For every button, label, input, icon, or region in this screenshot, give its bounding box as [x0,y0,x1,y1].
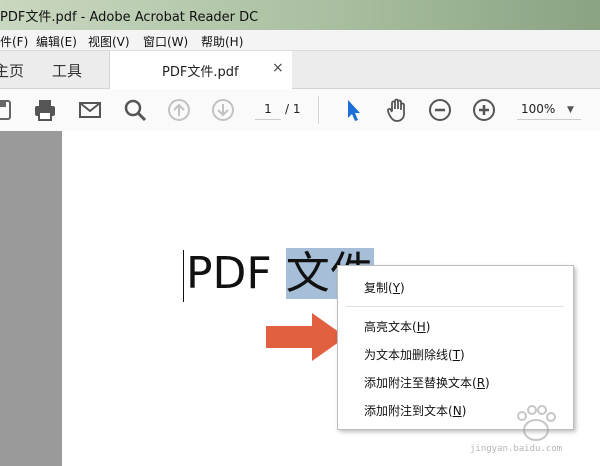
menu-item-replace-note-key: R [476,376,486,390]
menu-item-add-note[interactable]: 添加附注到文本(N) [364,402,466,419]
menu-item-copy-key: Y [392,281,401,295]
chevron-down-icon: ▼ [567,105,574,115]
menu-divider [346,306,564,307]
left-pane [0,131,62,466]
tab-tools[interactable]: 工具 [52,60,82,81]
mail-icon[interactable] [77,97,103,123]
save-icon[interactable] [0,97,14,123]
zoom-level-select[interactable]: 100% ▼ [517,99,581,120]
print-icon[interactable] [32,97,58,123]
toolbar-divider [318,96,319,124]
menu-window[interactable]: 窗口(W) [143,33,188,50]
menu-help[interactable]: 帮助(H) [201,33,243,50]
menu-item-highlight-key: H [416,320,426,334]
page-number-input[interactable]: 1 [255,99,281,120]
menu-bar: 件(F) 编辑(E) 视图(V) 窗口(W) 帮助(H) [0,30,600,51]
menu-item-strikethrough-label: 为文本加删除线 [364,348,449,362]
menu-item-add-note-label: 添加附注到文本 [364,404,449,418]
tab-document[interactable]: PDF文件.pdf × [110,51,292,89]
menu-item-add-note-key: N [452,404,462,418]
zoom-out-icon[interactable] [427,97,453,123]
menu-file[interactable]: 件(F) [0,33,28,50]
menu-item-highlight-label: 高亮文本 [364,320,413,334]
next-page-icon[interactable] [210,97,236,123]
search-icon[interactable] [122,97,148,123]
menu-item-highlight[interactable]: 高亮文本(H) [364,318,430,335]
menu-edit[interactable]: 编辑(E) [36,33,77,50]
watermark: jingyan.baidu.com [470,404,595,464]
menu-view[interactable]: 视图(V) [88,33,130,50]
tab-document-label: PDF文件.pdf [162,65,239,80]
menu-item-replace-note-label: 添加附注至替换文本 [364,376,473,390]
close-tab-icon[interactable]: × [272,60,284,76]
menu-item-copy-label: 复制 [364,281,389,295]
toolbar: 1 / 1 100% ▼ [0,89,600,132]
menu-item-copy[interactable]: 复制(Y) [364,279,405,296]
text-cursor [183,250,184,302]
paw-logo-icon [517,405,556,441]
hand-tool-icon[interactable] [384,97,410,123]
zoom-level-value: 100% [521,102,556,116]
document-text-plain: PDF [186,248,286,299]
menu-item-strikethrough[interactable]: 为文本加删除线(T) [364,346,465,363]
select-arrow-icon[interactable] [340,97,366,123]
annotation-arrow-icon [266,313,346,361]
window-title: PDF文件.pdf - Adobe Acrobat Reader DC [0,10,259,25]
prev-page-icon[interactable] [166,97,192,123]
title-bar: PDF文件.pdf - Adobe Acrobat Reader DC [0,0,600,30]
page-total: / 1 [285,102,301,116]
tab-bar: 主页 工具 PDF文件.pdf × [0,51,600,89]
menu-item-replace-note[interactable]: 添加附注至替换文本(R) [364,374,490,391]
watermark-text: jingyan.baidu.com [470,444,563,454]
zoom-in-icon[interactable] [471,97,497,123]
menu-item-strikethrough-key: T [452,348,461,362]
tab-home[interactable]: 主页 [0,60,24,81]
